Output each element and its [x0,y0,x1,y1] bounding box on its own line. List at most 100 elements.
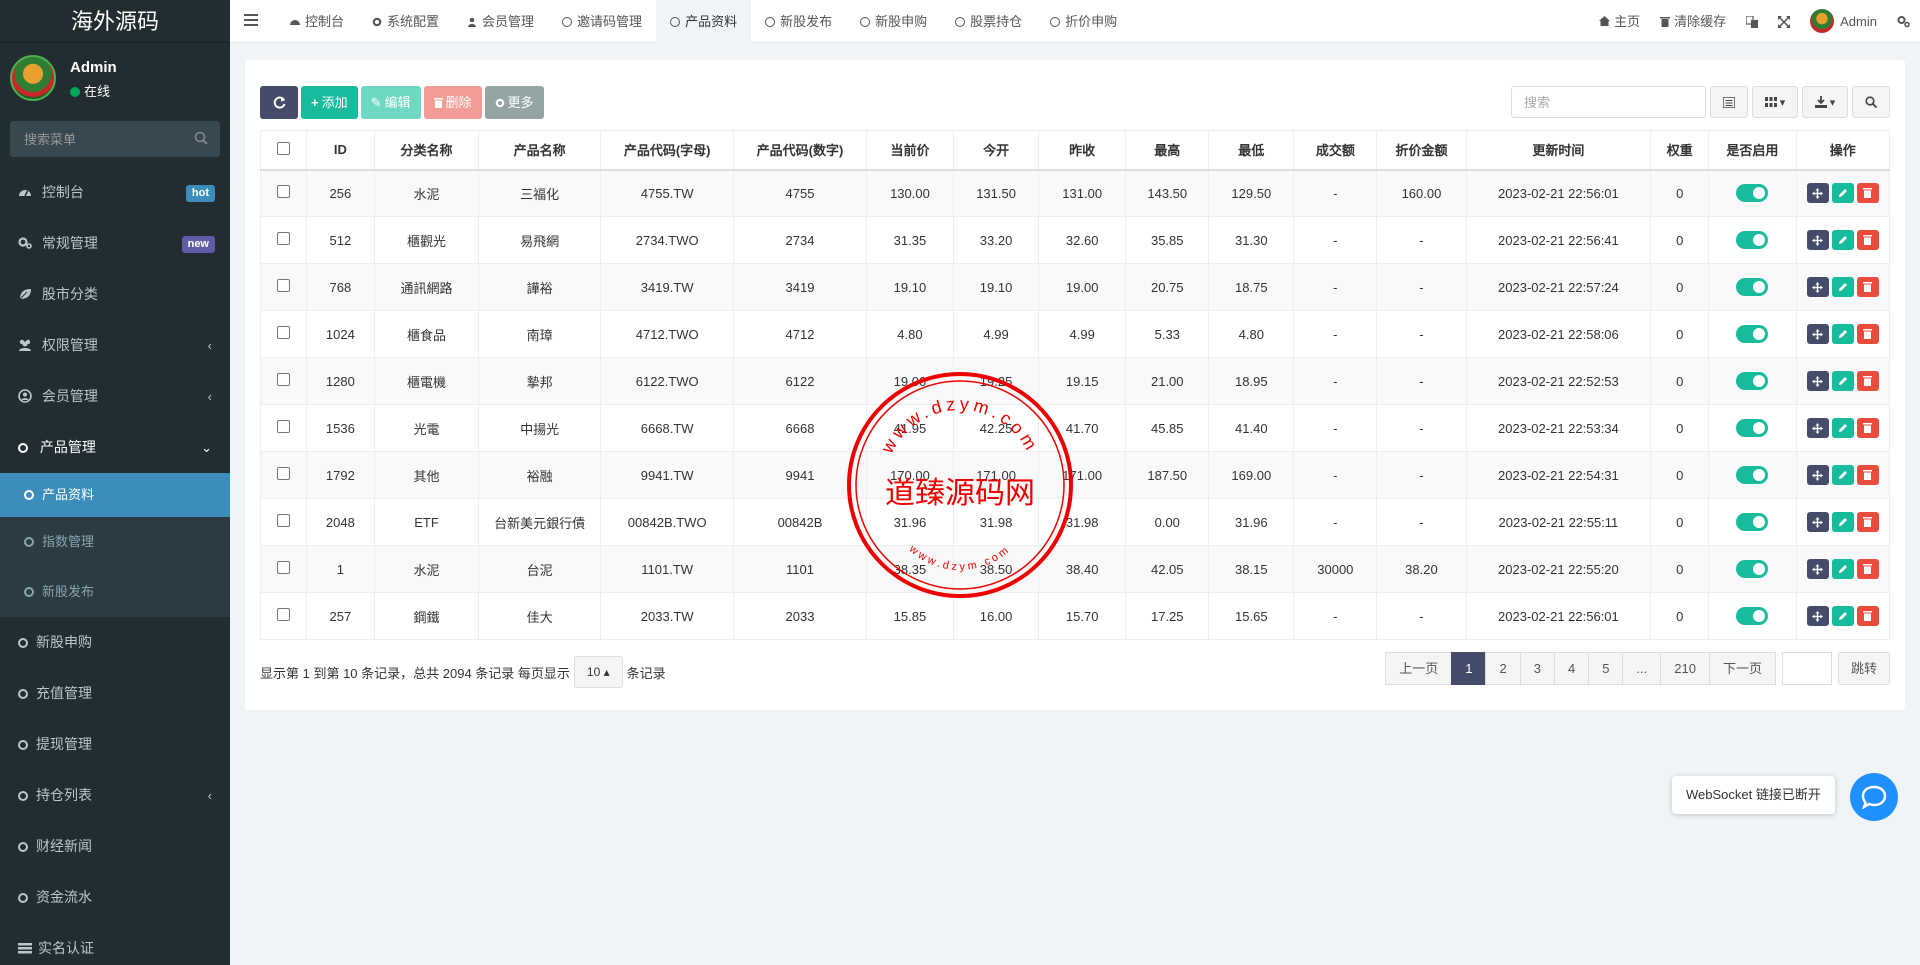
enabled-toggle[interactable] [1736,466,1769,484]
sidebar-item-ipo-publish[interactable]: 新股发布 [0,567,230,617]
row-checkbox[interactable] [276,561,290,574]
sidebar-item-product-info[interactable]: 产品资料 [0,473,230,517]
page-size-select[interactable]: 10 ▴ [573,656,623,688]
row-edit-button[interactable] [1831,183,1854,204]
drag-sort-button[interactable] [1806,371,1829,391]
sidebar-item-recharge[interactable]: 充值管理 [0,668,230,719]
drag-sort-button[interactable] [1806,324,1829,344]
row-delete-button[interactable] [1856,559,1879,579]
toggle-view-button[interactable] [1710,86,1748,118]
column-header[interactable]: 产品代码(数字) [733,130,867,171]
row-delete-button[interactable] [1856,606,1879,626]
enabled-toggle[interactable] [1736,560,1769,578]
row-delete-button[interactable] [1856,183,1879,204]
drag-sort-button[interactable] [1806,559,1829,579]
tab-product-info[interactable]: 产品资料 [656,0,752,43]
sidebar-item-auth[interactable]: 权限管理 ‹ [0,320,230,371]
row-edit-button[interactable] [1831,324,1854,344]
tab-ipo-subscribe[interactable]: 新股申购 [846,0,941,43]
table-row[interactable]: 512 櫃觀光 易飛網 2734.TWO 2734 31.35 33.20 32.60 35.8… [260,216,1890,264]
row-edit-button[interactable] [1831,512,1854,532]
page-number-button[interactable]: 4 [1553,652,1590,685]
edit-button[interactable]: ✎ 编辑 [360,86,421,119]
column-header[interactable]: 产品名称 [477,130,602,171]
advanced-search-button[interactable] [1852,86,1890,118]
table-row[interactable]: 1792 其他 裕融 9941.TW 9941 170.00 171.00 171.00 187… [260,451,1890,499]
tab-members[interactable]: 会员管理 [453,0,548,43]
tab-stock-positions[interactable]: 股票持仓 [941,0,1036,43]
row-checkbox[interactable] [276,279,290,292]
column-header[interactable]: 分类名称 [374,130,479,171]
table-row[interactable]: 256 水泥 三福化 4755.TW 4755 130.00 131.50 131.00 143… [260,169,1890,217]
jump-button[interactable]: 跳转 [1837,652,1890,685]
columns-button[interactable]: ▾ [1752,86,1798,118]
menu-toggle-icon[interactable] [244,14,258,26]
brand-logo[interactable]: 海外源码 [0,0,230,43]
jump-page-input[interactable] [1781,652,1832,685]
sidebar-item-positions[interactable]: 持仓列表 ‹ [0,770,230,821]
sidebar-item-dashboard[interactable]: 控制台 hot [0,167,230,218]
drag-sort-button[interactable] [1806,183,1829,204]
export-button[interactable]: ▾ [1802,86,1848,118]
column-header[interactable]: 今开 [953,130,1040,171]
drag-sort-button[interactable] [1806,277,1829,297]
sidebar-item-ipo-subscribe[interactable]: 新股申购 [0,617,230,668]
table-row[interactable]: 768 通訊網路 譁裕 3419.TW 3419 19.10 19.10 19.00 20.75… [260,263,1890,311]
row-delete-button[interactable] [1856,277,1879,297]
row-checkbox[interactable] [276,420,290,433]
enabled-toggle[interactable] [1736,419,1769,437]
sidebar-item-market-category[interactable]: 股市分类 [0,269,230,320]
clear-cache-button[interactable]: 清除缓存 [1650,0,1736,43]
tab-discount-subscribe[interactable]: 折价申购 [1036,0,1131,43]
page-number-button[interactable]: 1 [1451,652,1487,685]
tab-ipo-publish[interactable]: 新股发布 [751,0,846,43]
row-checkbox[interactable] [276,608,290,621]
enabled-toggle[interactable] [1736,607,1769,625]
row-delete-button[interactable] [1856,324,1879,344]
row-checkbox[interactable] [276,185,290,199]
next-page-button[interactable]: 下一页 [1708,652,1776,685]
column-header[interactable]: 更新时间 [1465,130,1652,171]
sidebar-item-kyc[interactable]: 实名认证 [0,923,230,965]
drag-sort-button[interactable] [1806,606,1829,626]
sidebar-item-products[interactable]: 产品管理 ⌄ [0,422,230,473]
column-header[interactable]: 最高 [1125,130,1210,171]
settings-button[interactable] [1887,0,1920,43]
chat-button[interactable] [1850,773,1898,821]
row-edit-button[interactable] [1831,559,1854,579]
tab-invite-codes[interactable]: 邀请码管理 [548,0,656,43]
enabled-toggle[interactable] [1736,513,1769,531]
sidebar-item-news[interactable]: 财经新闻 [0,821,230,872]
sidebar-item-members[interactable]: 会员管理 ‹ [0,371,230,422]
row-delete-button[interactable] [1856,465,1879,485]
enabled-toggle[interactable] [1736,231,1769,249]
row-edit-button[interactable] [1831,465,1854,485]
home-link[interactable]: 主页 [1589,0,1650,43]
admin-menu[interactable]: Admin [1800,0,1887,43]
translate-button[interactable] [1736,0,1768,43]
table-row[interactable]: 1536 光電 中揚光 6668.TW 6668 41.95 42.25 41.70 45.85… [260,404,1890,452]
sidebar-item-withdraw[interactable]: 提现管理 [0,719,230,770]
row-delete-button[interactable] [1856,371,1879,391]
row-edit-button[interactable] [1831,277,1854,297]
row-edit-button[interactable] [1831,606,1854,626]
drag-sort-button[interactable] [1806,512,1829,532]
page-number-button[interactable]: 210 [1660,652,1710,685]
column-header[interactable]: 成交额 [1293,130,1378,171]
table-row[interactable]: 2048 ETF 台新美元銀行債 00842B.TWO 00842B 31.96 31.98… [260,498,1890,546]
add-button[interactable]: + 添加 [301,86,358,119]
column-header[interactable]: 操作 [1795,130,1890,171]
column-header[interactable]: 是否启用 [1708,130,1797,171]
drag-sort-button[interactable] [1806,418,1829,438]
row-delete-button[interactable] [1856,418,1879,438]
column-header[interactable]: 权重 [1650,130,1710,171]
sidebar-item-general[interactable]: 常规管理 new [0,218,230,269]
table-search-input[interactable] [1511,86,1706,118]
select-all-checkbox[interactable] [276,141,290,155]
column-header[interactable]: ID [305,130,376,171]
enabled-toggle[interactable] [1736,325,1769,343]
column-header[interactable]: 昨收 [1038,130,1127,171]
tab-system-config[interactable]: 系统配置 [358,0,453,43]
row-edit-button[interactable] [1831,418,1854,438]
row-edit-button[interactable] [1831,230,1854,250]
